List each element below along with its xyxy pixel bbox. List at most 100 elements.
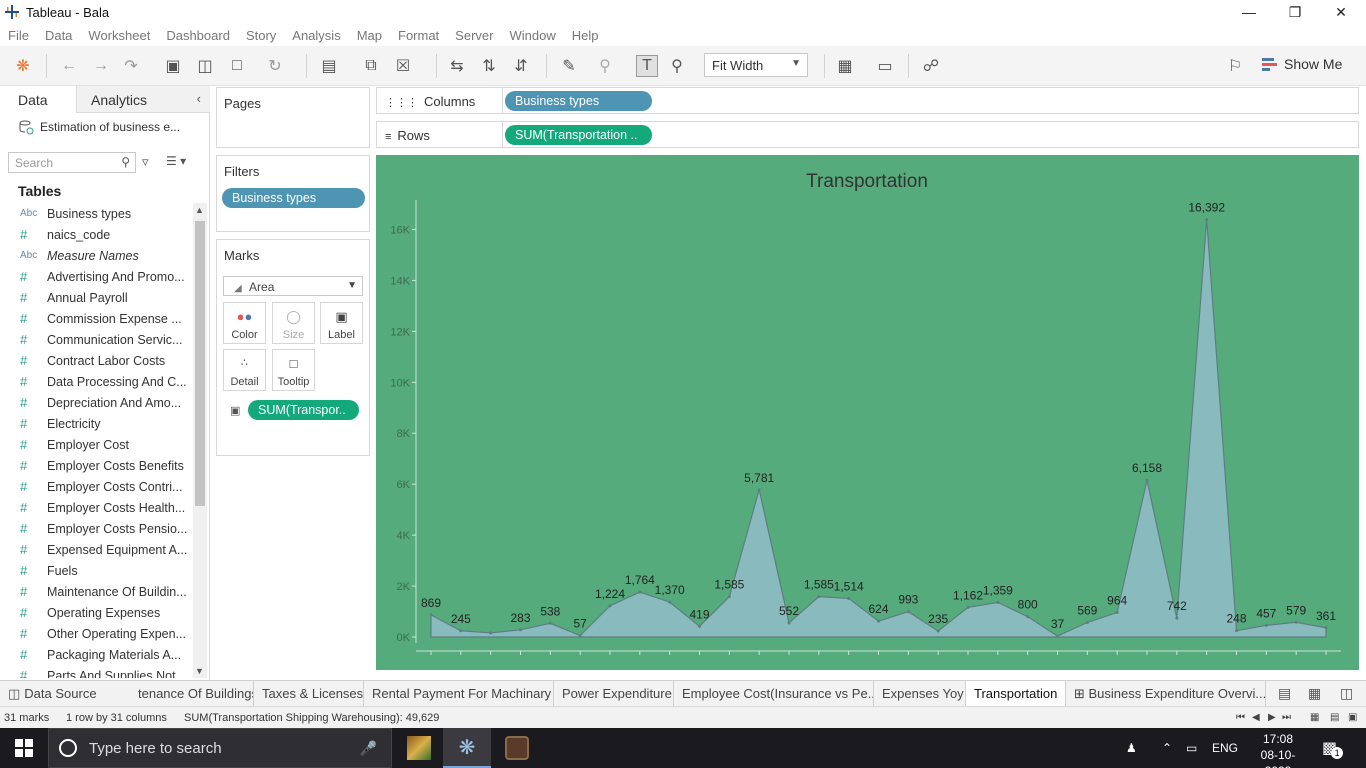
menu-format[interactable]: Format <box>398 28 439 43</box>
sheet-tab[interactable]: Employee Cost(Insurance vs Pe... <box>674 681 874 707</box>
next-sheet-icon[interactable]: ▶ <box>1268 712 1276 723</box>
restore-button[interactable]: ❐ <box>1272 0 1318 24</box>
pause-updates-icon[interactable]: □ <box>226 55 248 77</box>
taskbar-search-input[interactable]: Type here to search 🎤 <box>48 728 392 768</box>
field-item[interactable]: # Commission Expense ... <box>0 308 192 329</box>
scroll-up-icon[interactable]: ▲ <box>195 205 204 215</box>
field-item[interactable]: # Electricity <box>0 413 192 434</box>
show-me-button[interactable]: Show Me <box>1262 56 1342 72</box>
sort-descending-icon[interactable]: ⇵ <box>510 55 532 77</box>
scroll-down-icon[interactable]: ▼ <box>195 666 204 676</box>
sheet-tab[interactable]: Power Expenditure <box>554 681 674 707</box>
menu-window[interactable]: Window <box>509 28 555 43</box>
field-item[interactable]: # Employer Costs Pensio... <box>0 518 192 539</box>
last-sheet-icon[interactable]: ⏭ <box>1282 712 1291 723</box>
people-icon[interactable]: ♟ <box>1126 728 1137 768</box>
filters-card[interactable]: Filters Business types <box>216 155 370 232</box>
new-story-tab-icon[interactable]: ◫ <box>1340 685 1353 702</box>
close-button[interactable]: ✕ <box>1318 0 1364 24</box>
tableau-home-icon[interactable]: ❋ <box>12 55 34 77</box>
group-members-icon[interactable]: ⚲ <box>594 55 616 77</box>
detail-button[interactable]: ∴ Detail <box>223 349 266 391</box>
show-hidden-icons[interactable]: ⌃ <box>1162 728 1172 768</box>
menu-map[interactable]: Map <box>357 28 382 43</box>
sheet-tab[interactable]: tenance Of Buildings <box>130 681 254 707</box>
columns-pill-business-types[interactable]: Business types <box>505 91 652 111</box>
prev-sheet-icon[interactable]: ◀ <box>1252 712 1260 723</box>
taskbar-clock[interactable]: 17:08 08-10-2023 <box>1248 731 1308 768</box>
rows-pill-transportation[interactable]: SUM(Transportation .. <box>505 125 652 145</box>
field-item[interactable]: # Packaging Materials A... <box>0 644 192 665</box>
field-item[interactable]: Abc Business types <box>0 203 192 224</box>
fit-width-dropdown[interactable]: Fit Width ▼ <box>704 53 808 77</box>
menu-data[interactable]: Data <box>45 28 72 43</box>
field-list-scrollbar[interactable]: ▲ ▼ <box>193 203 207 678</box>
share-icon[interactable]: ☍ <box>920 55 942 77</box>
scrollbar-thumb[interactable] <box>195 221 205 506</box>
presentation-mode-icon[interactable]: ▭ <box>874 55 896 77</box>
field-item[interactable]: # Maintenance Of Buildin... <box>0 581 192 602</box>
field-item[interactable]: # Annual Payroll <box>0 287 192 308</box>
label-pill[interactable]: SUM(Transpor.. <box>248 400 359 420</box>
field-item[interactable]: # Expensed Equipment A... <box>0 539 192 560</box>
filter-icon[interactable]: ▿ <box>142 154 149 170</box>
sheet-tab[interactable]: Taxes & Licenses <box>254 681 364 707</box>
start-button[interactable] <box>0 728 48 768</box>
new-dashboard-tab-icon[interactable]: ▦ <box>1308 685 1321 702</box>
language-indicator[interactable]: ENG <box>1212 728 1238 768</box>
menu-story[interactable]: Story <box>246 28 276 43</box>
replay-icon[interactable]: ↷ <box>120 55 142 77</box>
notifications-icon[interactable]: ▩ 1 <box>1322 728 1344 768</box>
field-item[interactable]: # Employer Costs Health... <box>0 497 192 518</box>
color-button[interactable]: ●● Color <box>223 302 266 344</box>
field-item[interactable]: # Data Processing And C... <box>0 371 192 392</box>
rows-shelf[interactable]: ≡ Rows SUM(Transportation .. <box>376 121 1359 148</box>
minimize-button[interactable]: — <box>1226 0 1272 24</box>
sheet-tab[interactable]: Transportation <box>966 681 1066 707</box>
label-button[interactable]: ▣ Label <box>320 302 363 344</box>
tab-analytics[interactable]: Analytics <box>76 86 210 113</box>
sheet-tab[interactable]: Expenses Yoy <box>874 681 966 707</box>
field-item[interactable]: # Employer Cost <box>0 434 192 455</box>
tooltip-button[interactable]: □ Tooltip <box>272 349 315 391</box>
redo-icon[interactable]: → <box>90 55 112 77</box>
taskbar-app-tableau[interactable]: ❋ <box>443 728 491 768</box>
field-item[interactable]: # Other Operating Expen... <box>0 623 192 644</box>
viz-area[interactable]: Transportation 0K 2K 4K 6K 8K 10K 12K 14K 16K 869 2… <box>376 155 1359 670</box>
tabs-view-icon[interactable]: ▣ <box>1348 712 1357 723</box>
field-search-input[interactable]: Search ⚲ <box>8 152 136 173</box>
view-options-icon[interactable]: ☰ ▾ <box>166 154 186 168</box>
menu-analysis[interactable]: Analysis <box>292 28 340 43</box>
fix-axes-icon[interactable]: ⚲ <box>666 55 688 77</box>
field-item[interactable]: # Employer Costs Contri... <box>0 476 192 497</box>
new-worksheet-tab-icon[interactable]: ▤ <box>1278 685 1291 702</box>
duplicate-sheet-icon[interactable]: ⧉ <box>360 55 382 77</box>
sheet-tab[interactable]: Rental Payment For Machinary <box>364 681 554 707</box>
undo-icon[interactable]: ← <box>58 55 80 77</box>
filmstrip-view-icon[interactable]: ▤ <box>1330 712 1339 723</box>
grid-view-icon[interactable]: ▦ <box>1310 712 1319 723</box>
field-item[interactable]: # Employer Costs Benefits <box>0 455 192 476</box>
field-item[interactable]: # Communication Servic... <box>0 329 192 350</box>
field-item[interactable]: # Fuels <box>0 560 192 581</box>
data-source-tab[interactable]: ◫ Data Source <box>0 681 130 707</box>
highlight-icon[interactable]: ✎ <box>558 55 580 77</box>
filter-pill-business-types[interactable]: Business types <box>222 188 365 208</box>
battery-icon[interactable]: ▭ <box>1186 728 1197 768</box>
field-item[interactable]: # Operating Expenses <box>0 602 192 623</box>
save-icon[interactable]: ▣ <box>162 55 184 77</box>
show-mark-labels-icon[interactable]: T <box>636 55 658 77</box>
new-datasource-icon[interactable]: ◫ <box>194 55 216 77</box>
refresh-icon[interactable]: ↻ <box>264 55 286 77</box>
columns-shelf[interactable]: ⋮⋮⋮ Columns Business types <box>376 87 1359 114</box>
new-worksheet-icon[interactable]: ▤ <box>318 55 340 77</box>
show-cards-icon[interactable]: ▦ <box>834 55 856 77</box>
tab-data[interactable]: Data <box>0 86 76 113</box>
field-item[interactable]: # naics_code <box>0 224 192 245</box>
field-item[interactable]: Abc Measure Names <box>0 245 192 266</box>
sort-ascending-icon[interactable]: ⇅ <box>478 55 500 77</box>
menu-file[interactable]: File <box>8 28 29 43</box>
menu-server[interactable]: Server <box>455 28 493 43</box>
area-chart[interactable]: Transportation 0K 2K 4K 6K 8K 10K 12K 14K 16K 869 2… <box>376 155 1359 670</box>
swap-rows-columns-icon[interactable]: ⇆ <box>446 55 468 77</box>
